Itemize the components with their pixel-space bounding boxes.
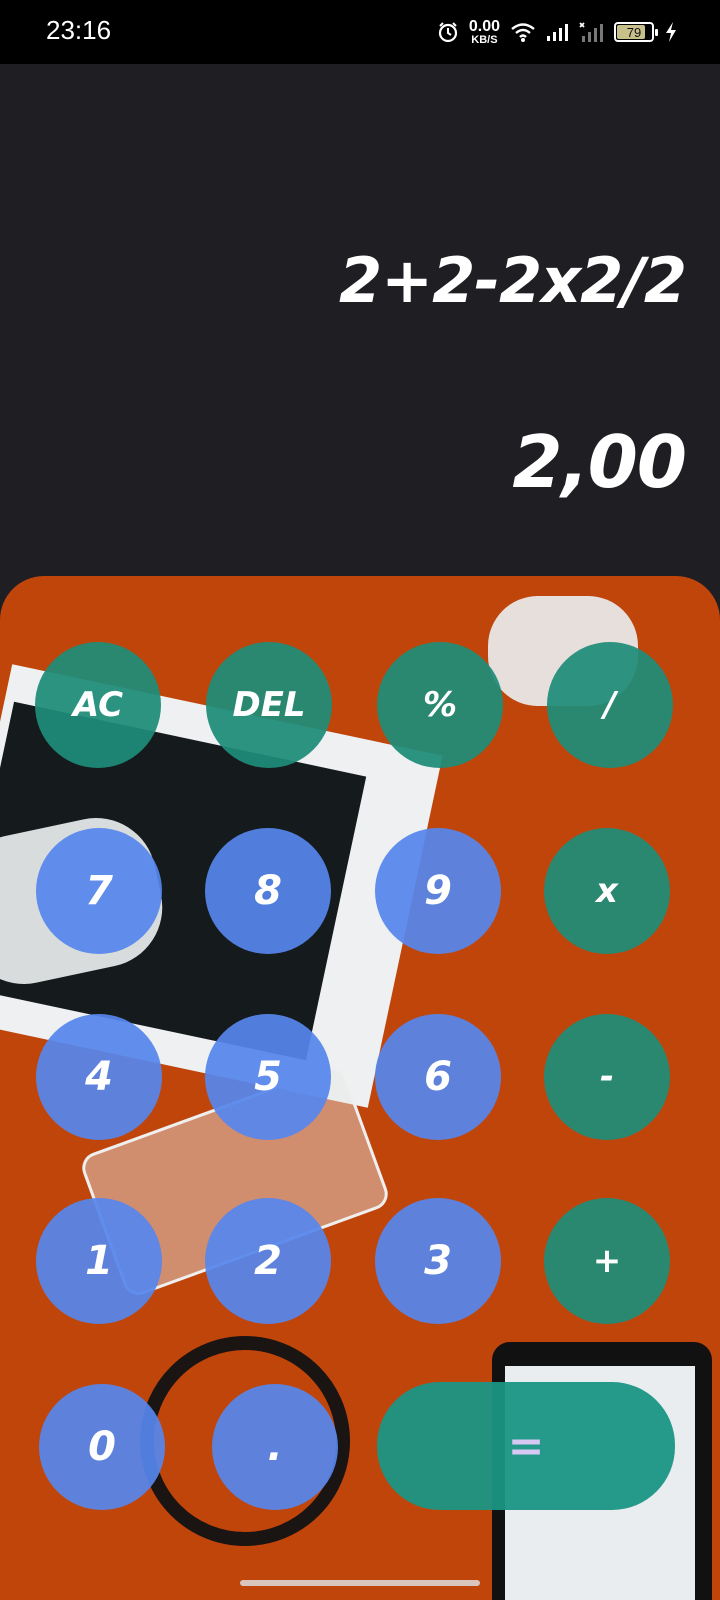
equals-button[interactable]: = <box>377 1382 675 1510</box>
status-icons: 0.00 KB/S 79 <box>437 14 678 50</box>
status-bar: 23:16 0.00 KB/S 79 <box>0 0 720 64</box>
zero-button[interactable]: 0 <box>39 1384 165 1510</box>
seven-button[interactable]: 7 <box>36 828 162 954</box>
signal-icon <box>547 24 568 41</box>
minus-button[interactable]: - <box>544 1014 670 1140</box>
battery-icon: 79 <box>614 22 658 42</box>
delete-button[interactable]: DEL <box>206 642 332 768</box>
plus-button[interactable]: + <box>544 1198 670 1324</box>
divide-button[interactable]: / <box>547 642 673 768</box>
two-button[interactable]: 2 <box>205 1198 331 1324</box>
nine-button[interactable]: 9 <box>375 828 501 954</box>
five-button[interactable]: 5 <box>205 1014 331 1140</box>
multiply-button[interactable]: x <box>544 828 670 954</box>
charging-icon <box>666 22 676 42</box>
four-button[interactable]: 4 <box>36 1014 162 1140</box>
six-button[interactable]: 6 <box>375 1014 501 1140</box>
expression-text: 2+2-2x2/2 <box>338 244 687 317</box>
percent-button[interactable]: % <box>377 642 503 768</box>
three-button[interactable]: 3 <box>375 1198 501 1324</box>
battery-level: 79 <box>626 24 642 40</box>
keypad: AC DEL % / 7 8 9 x 4 5 6 - 1 2 3 + 0 . = <box>0 576 720 1600</box>
home-indicator[interactable] <box>240 1580 480 1586</box>
alarm-icon <box>438 22 457 43</box>
signal-off-icon <box>579 22 603 42</box>
result-text: 2,00 <box>512 420 687 504</box>
one-button[interactable]: 1 <box>36 1198 162 1324</box>
net-speed-unit: KB/S <box>471 33 498 46</box>
status-time: 23:16 <box>46 15 112 45</box>
eight-button[interactable]: 8 <box>205 828 331 954</box>
net-speed-value: 0.00 <box>468 17 500 35</box>
net-speed: 0.00 KB/S <box>468 17 500 46</box>
wifi-icon <box>511 23 535 42</box>
decimal-button[interactable]: . <box>212 1384 338 1510</box>
calculator-display: 2+2-2x2/2 2,00 <box>0 64 720 584</box>
ac-button[interactable]: AC <box>35 642 161 768</box>
